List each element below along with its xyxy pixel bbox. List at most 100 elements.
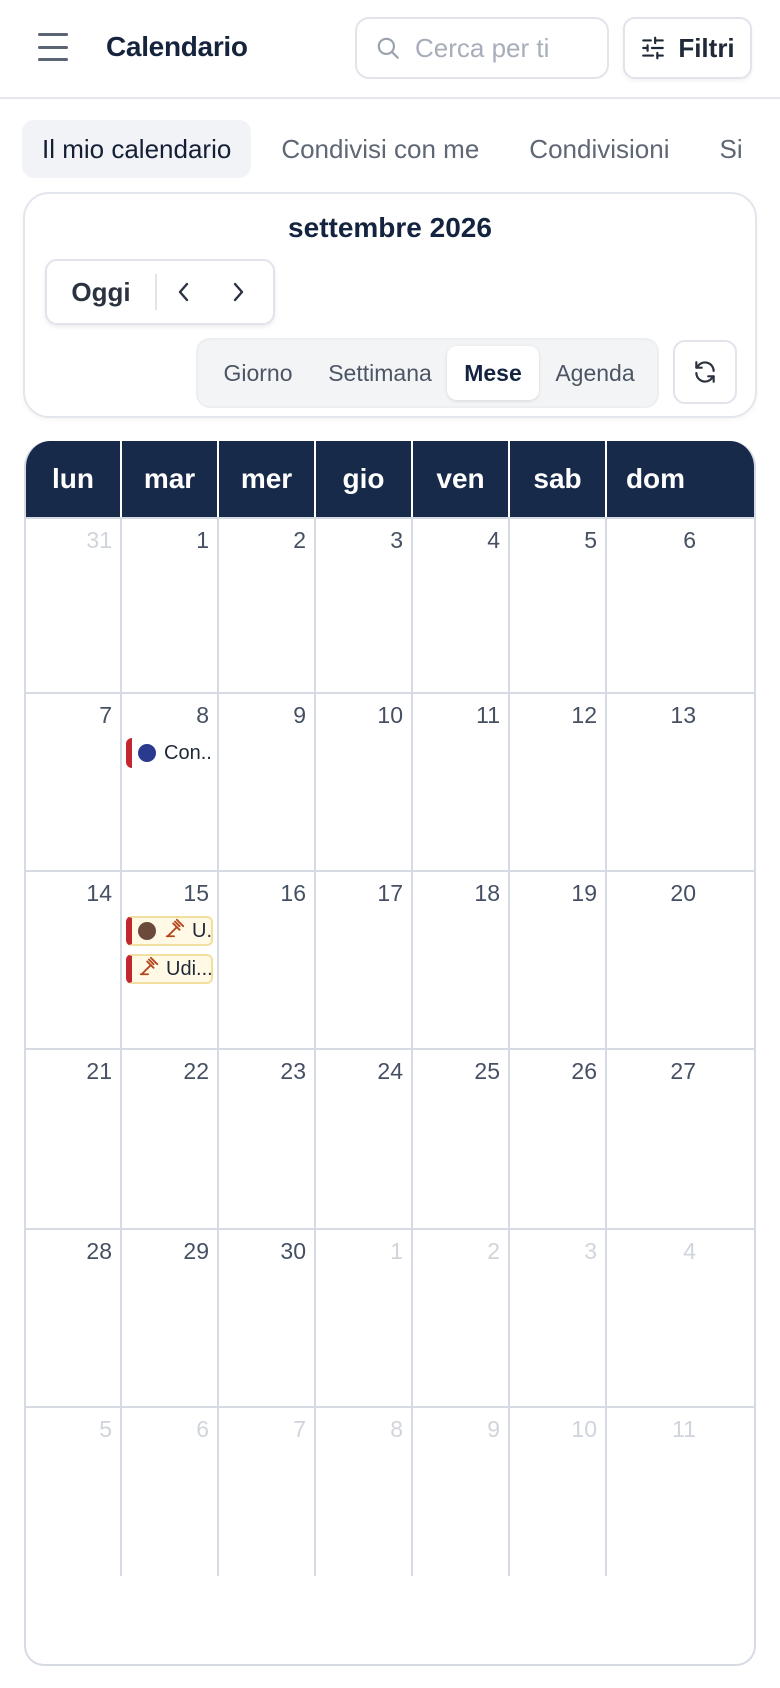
day-cell[interactable]: 7: [219, 1408, 316, 1576]
weekday-label: sab: [510, 441, 607, 517]
day-cell[interactable]: 31: [26, 519, 122, 692]
weekday-label: gio: [316, 441, 413, 517]
gavel-icon: [164, 918, 186, 944]
day-cell[interactable]: 4: [413, 519, 510, 692]
day-number: 19: [571, 880, 597, 906]
day-cell[interactable]: 4: [607, 1230, 704, 1406]
week-row: 5 6 7 8 9 10 11: [26, 1406, 754, 1576]
day-number: 12: [571, 702, 597, 728]
day-number: 17: [377, 880, 403, 906]
filters-button[interactable]: Filtri: [623, 17, 752, 79]
day-cell[interactable]: 3: [510, 1230, 607, 1406]
day-cell[interactable]: 1: [122, 519, 219, 692]
day-cell[interactable]: 16: [219, 872, 316, 1048]
day-number: 6: [196, 1416, 209, 1442]
view-switcher: Giorno Settimana Mese Agenda: [196, 338, 659, 408]
view-agenda-button[interactable]: Agenda: [539, 346, 651, 400]
day-cell[interactable]: 20: [607, 872, 704, 1048]
calendar-event[interactable]: U..: [126, 916, 213, 946]
day-cell[interactable]: 1: [316, 1230, 413, 1406]
day-cell[interactable]: 8 Con...: [122, 694, 219, 870]
calendar-event[interactable]: Con...: [126, 738, 213, 768]
page-title: Calendario: [106, 31, 248, 62]
day-number: 6: [683, 527, 696, 553]
day-number: 26: [571, 1058, 597, 1084]
search-input[interactable]: [415, 32, 565, 64]
day-number: 20: [670, 880, 696, 906]
events-list: Con...: [126, 738, 213, 776]
day-cell[interactable]: 25: [413, 1050, 510, 1228]
day-cell[interactable]: 12: [510, 694, 607, 870]
day-cell[interactable]: 23: [219, 1050, 316, 1228]
chevron-right-icon: [233, 282, 244, 302]
day-number: 25: [474, 1058, 500, 1084]
day-cell[interactable]: 8: [316, 1408, 413, 1576]
view-day-button[interactable]: Giorno: [203, 346, 313, 400]
day-cell[interactable]: 17: [316, 872, 413, 1048]
weekday-label: ven: [413, 441, 510, 517]
day-cell[interactable]: 6: [122, 1408, 219, 1576]
day-cell[interactable]: 14: [26, 872, 122, 1048]
tab-sharing[interactable]: Condivisioni: [509, 120, 689, 178]
day-cell[interactable]: 26: [510, 1050, 607, 1228]
day-cell[interactable]: 22: [122, 1050, 219, 1228]
day-number: 7: [293, 1416, 306, 1442]
day-cell[interactable]: 19: [510, 872, 607, 1048]
view-week-button[interactable]: Settimana: [313, 346, 447, 400]
day-cell[interactable]: 3: [316, 519, 413, 692]
view-month-button[interactable]: Mese: [447, 346, 539, 400]
day-cell[interactable]: 7: [26, 694, 122, 870]
calendar-event[interactable]: Udi...: [126, 954, 213, 984]
day-cell[interactable]: 2: [219, 519, 316, 692]
week-row: 31 1 2 3 4 5 6: [26, 517, 754, 692]
gavel-icon: [138, 956, 160, 982]
search-field[interactable]: [355, 17, 609, 79]
week-row: 7 8 Con... 9 10 11 12 13: [26, 692, 754, 870]
day-cell[interactable]: 13: [607, 694, 704, 870]
day-cell[interactable]: 28: [26, 1230, 122, 1406]
tab-shared-with-me[interactable]: Condivisi con me: [261, 120, 499, 178]
day-cell[interactable]: 27: [607, 1050, 704, 1228]
day-cell[interactable]: 10: [510, 1408, 607, 1576]
day-cell[interactable]: 15 U.. Udi...: [122, 872, 219, 1048]
day-cell[interactable]: 11: [607, 1408, 704, 1576]
calendar-tabs: Il mio calendario Condivisi con me Condi…: [22, 120, 780, 178]
day-cell[interactable]: 21: [26, 1050, 122, 1228]
day-cell[interactable]: 6: [607, 519, 704, 692]
weekday-label: mer: [219, 441, 316, 517]
day-number: 29: [183, 1238, 209, 1264]
refresh-button[interactable]: [673, 340, 737, 404]
day-number: 13: [670, 702, 696, 728]
day-number: 15: [183, 880, 209, 906]
next-button[interactable]: [211, 262, 265, 322]
day-cell[interactable]: 10: [316, 694, 413, 870]
tab-label: Si: [719, 133, 743, 164]
tab-label: Il mio calendario: [42, 133, 232, 164]
hamburger-menu-icon[interactable]: [38, 33, 68, 61]
tab-label: Condivisioni: [529, 133, 670, 164]
day-cell[interactable]: 5: [26, 1408, 122, 1576]
day-cell[interactable]: 24: [316, 1050, 413, 1228]
day-cell[interactable]: 9: [219, 694, 316, 870]
day-number: 11: [672, 1416, 696, 1442]
day-cell[interactable]: 29: [122, 1230, 219, 1406]
tab-more[interactable]: Si: [699, 120, 762, 178]
day-number: 21: [86, 1058, 112, 1084]
day-cell[interactable]: 30: [219, 1230, 316, 1406]
week-row: 14 15 U.. Udi... 16 17 18 19 20: [26, 870, 754, 1048]
today-button[interactable]: Oggi: [47, 277, 155, 308]
day-cell[interactable]: 18: [413, 872, 510, 1048]
day-number: 2: [293, 527, 306, 553]
day-cell[interactable]: 5: [510, 519, 607, 692]
previous-button[interactable]: [157, 262, 211, 322]
day-number: 14: [86, 880, 112, 906]
weekday-label: lun: [26, 441, 122, 517]
week-row: 28 29 30 1 2 3 4: [26, 1228, 754, 1406]
day-cell[interactable]: 9: [413, 1408, 510, 1576]
week-row: 21 22 23 24 25 26 27: [26, 1048, 754, 1228]
tab-my-calendar[interactable]: Il mio calendario: [22, 120, 252, 178]
month-title: settembre 2026: [288, 212, 492, 243]
calendar-toolbar: settembre 2026 Oggi Giorno Settimana Mes…: [23, 192, 757, 418]
day-cell[interactable]: 2: [413, 1230, 510, 1406]
day-cell[interactable]: 11: [413, 694, 510, 870]
